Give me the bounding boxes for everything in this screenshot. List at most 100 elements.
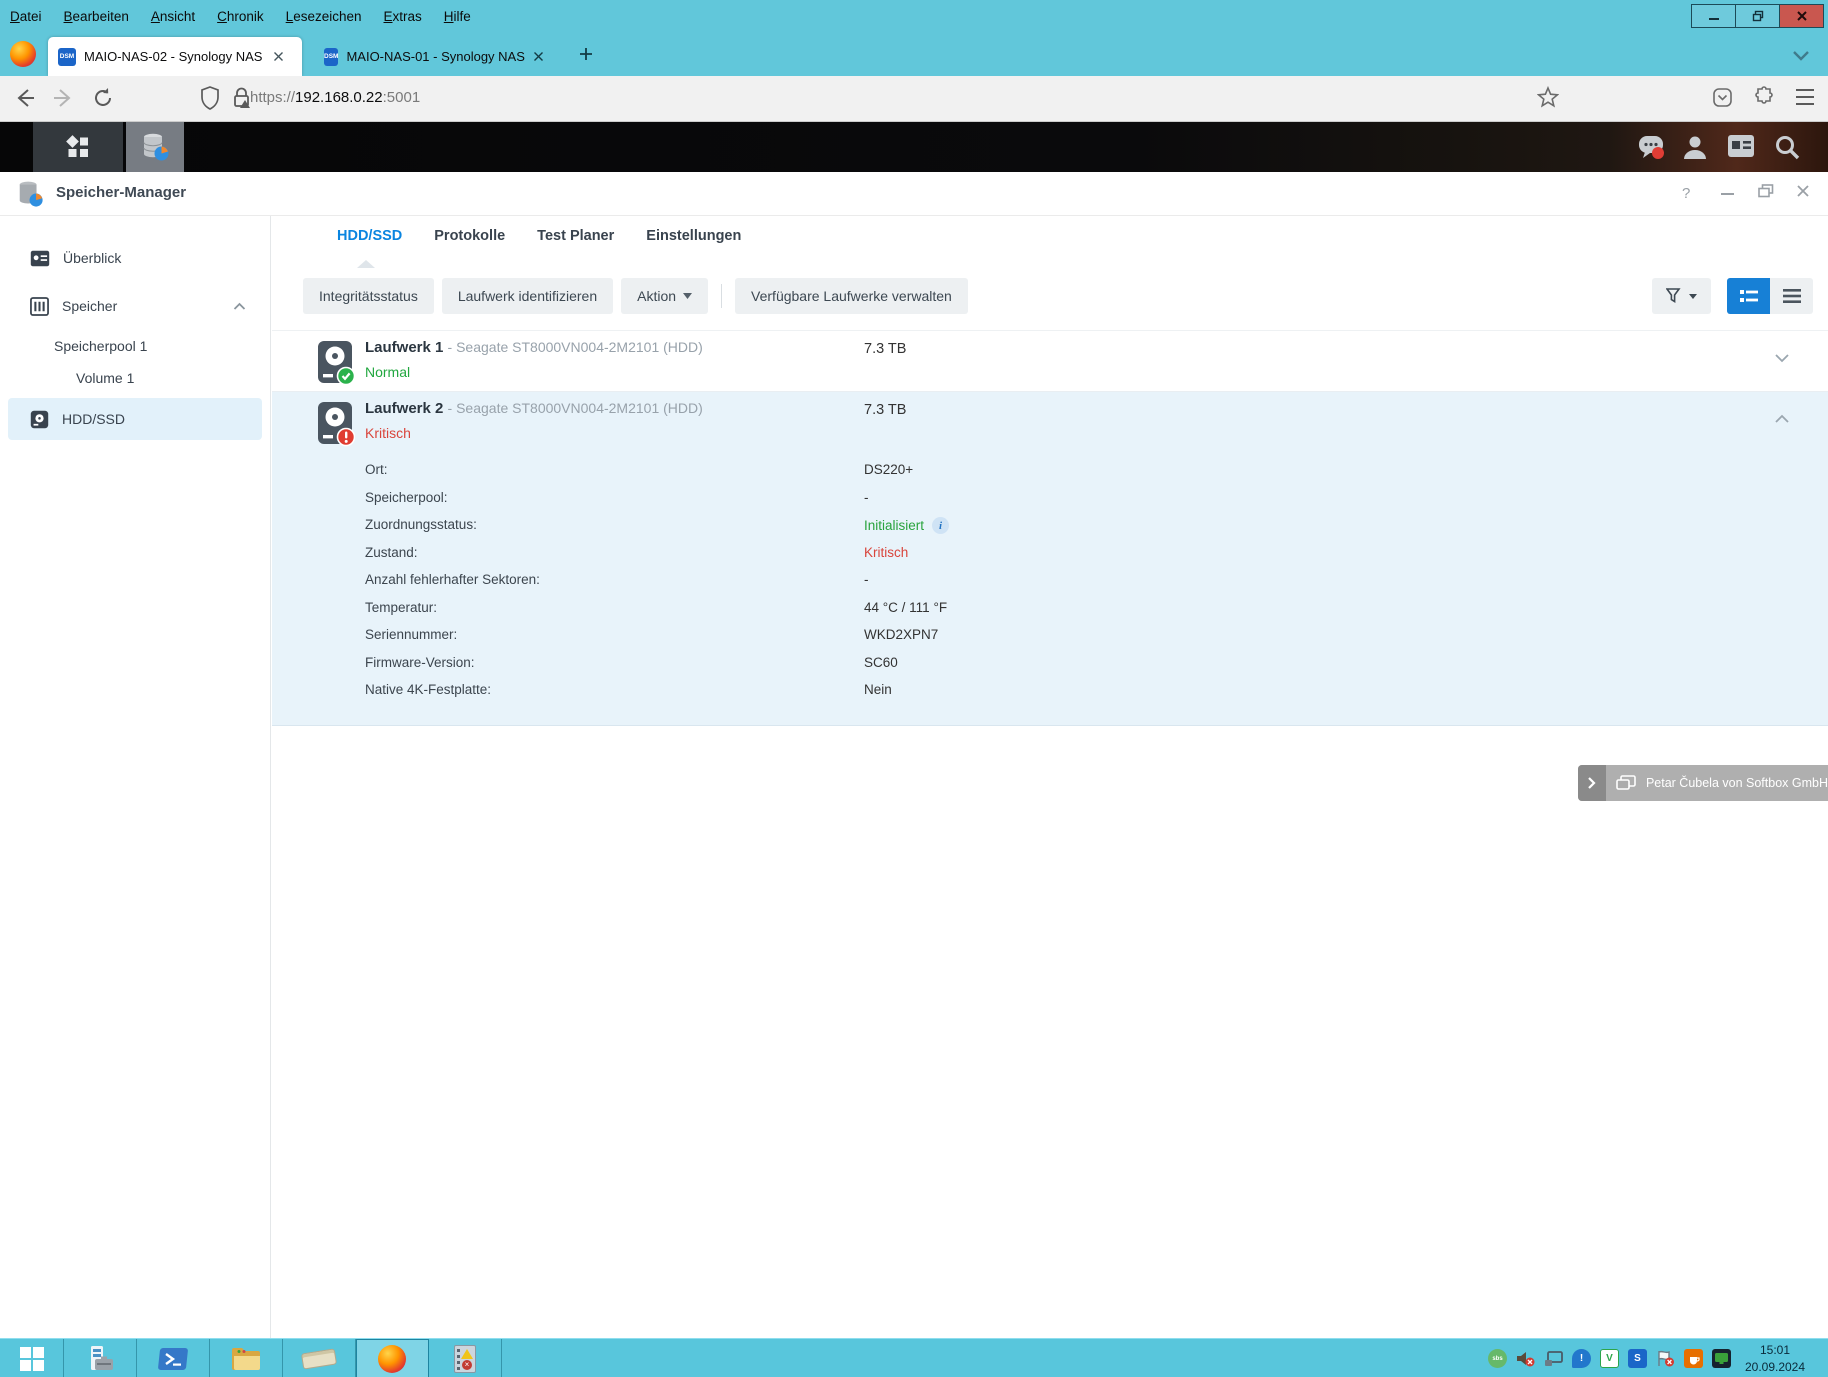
tab-maio-nas-02[interactable]: DSM MAIO-NAS-02 - Synology NAS [48, 37, 302, 76]
user-account-icon[interactable] [1682, 134, 1708, 160]
tab-close-icon[interactable] [270, 49, 286, 65]
lock-icon[interactable] [232, 87, 252, 109]
detail-view-button[interactable] [1727, 278, 1770, 314]
dsm-app-launcher[interactable] [33, 122, 123, 172]
menu-bearbeiten[interactable]: Bearbeiten [64, 9, 129, 24]
dsm-topbar [0, 122, 1828, 172]
menu-hilfe[interactable]: Hilfe [444, 9, 471, 24]
app-grid-icon [65, 134, 91, 160]
pocket-icon[interactable] [1712, 87, 1733, 108]
notifications-icon[interactable] [1637, 134, 1665, 160]
server-manager-taskbar-button[interactable] [64, 1339, 137, 1377]
tab-hdd-ssd[interactable]: HDD/SSD [337, 228, 402, 244]
tray-antivirus-icon[interactable]: V [1600, 1349, 1619, 1368]
caret-down-icon [1689, 294, 1697, 299]
drive-row-laufwerk-1[interactable]: Laufwerk 1 - Seagate ST8000VN004-2M2101 … [272, 330, 1828, 392]
detail-row: Native 4K-Festplatte:Nein [365, 682, 1465, 710]
sidebar-item-ueberblick[interactable]: Überblick [8, 238, 262, 278]
tab-test-planer[interactable]: Test Planer [537, 228, 614, 244]
menu-chronik[interactable]: Chronik [217, 9, 264, 24]
action-dropdown-button[interactable]: Aktion [621, 278, 708, 314]
taskbar-clock[interactable]: 15:01 20.09.2024 [1732, 1342, 1818, 1377]
browser-tabstrip: DSM MAIO-NAS-02 - Synology NAS DSM MAIO-… [0, 32, 1828, 76]
drive-name: Laufwerk 1 - Seagate ST8000VN004-2M2101 … [365, 339, 703, 356]
drive-status: Kritisch [365, 425, 411, 441]
tray-sophos-icon[interactable]: S [1628, 1349, 1647, 1368]
tray-notification-icon[interactable]: ! [1572, 1349, 1591, 1368]
window-help-button[interactable]: ? [1682, 185, 1690, 202]
tab-einstellungen[interactable]: Einstellungen [646, 228, 741, 244]
windows-logo-icon [20, 1347, 44, 1371]
hamburger-menu-icon[interactable] [1795, 88, 1815, 106]
dsm-favicon: DSM [324, 48, 338, 66]
window-close-button[interactable] [1796, 184, 1810, 198]
hdd-icon [30, 410, 49, 429]
menu-extras[interactable]: Extras [384, 9, 422, 24]
menu-ansicht[interactable]: Ansicht [151, 9, 195, 24]
sidebar-item-hdd-ssd[interactable]: HDD/SSD [8, 398, 262, 440]
teamviewer-session-bar[interactable]: Petar Čubela von Softbox GmbH [1578, 765, 1828, 801]
start-button[interactable] [0, 1339, 64, 1377]
drive-details: Ort:DS220+ Speicherpool:- Zuordnungsstat… [365, 462, 1465, 710]
manage-available-drives-button[interactable]: Verfügbare Laufwerke verwalten [735, 278, 968, 314]
window-minimize-button[interactable] [1720, 182, 1735, 198]
scanner-icon [301, 1348, 337, 1369]
sidebar-item-speicher[interactable]: Speicher [8, 286, 262, 326]
tray-volume-muted-icon[interactable] [1516, 1349, 1535, 1368]
scanner-taskbar-button[interactable] [283, 1339, 356, 1377]
sidebar-item-volume-1[interactable]: Volume 1 [8, 362, 262, 394]
extensions-puzzle-icon[interactable] [1753, 86, 1775, 108]
identify-drive-button[interactable]: Laufwerk identifizieren [442, 278, 613, 314]
reload-icon[interactable] [92, 87, 114, 109]
expand-arrow-icon[interactable] [1578, 765, 1606, 801]
tab-title: MAIO-NAS-01 - Synology NAS [346, 49, 524, 64]
widgets-icon[interactable] [1727, 134, 1755, 158]
health-status-button[interactable]: Integritätsstatus [303, 278, 434, 314]
collapse-chevron-icon[interactable] [1774, 414, 1790, 424]
bookmark-star-icon[interactable] [1537, 86, 1559, 108]
file-explorer-taskbar-button[interactable] [210, 1339, 283, 1377]
simple-list-view-button[interactable] [1770, 278, 1813, 314]
tab-protokolle[interactable]: Protokolle [434, 228, 505, 244]
menu-lesezeichen[interactable]: Lesezeichen [286, 9, 362, 24]
browser-close-button[interactable] [1779, 4, 1824, 28]
detail-list-icon [1740, 289, 1758, 303]
tracking-shield-icon[interactable] [200, 86, 220, 110]
browser-navbar: https://192.168.0.22:5001 [0, 76, 1828, 122]
tab-maio-nas-01[interactable]: DSM MAIO-NAS-01 - Synology NAS [314, 37, 550, 76]
info-icon[interactable]: i [932, 517, 949, 534]
storage-manager-app-icon [16, 180, 44, 208]
new-tab-button[interactable] [578, 46, 594, 62]
url-bar[interactable]: https://192.168.0.22:5001 [250, 89, 420, 106]
powershell-taskbar-button[interactable] [137, 1339, 210, 1377]
browser-restore-button[interactable] [1735, 4, 1780, 28]
menu-datei[interactable]: Datei [10, 9, 42, 24]
window-restore-button[interactable] [1758, 184, 1774, 198]
drive-row-laufwerk-2[interactable]: Laufwerk 2 - Seagate ST8000VN004-2M2101 … [272, 392, 1828, 726]
tray-java-icon[interactable] [1684, 1349, 1703, 1368]
browser-minimize-button[interactable] [1691, 4, 1736, 28]
detail-row: Zustand:Kritisch [365, 545, 1465, 573]
forward-icon[interactable] [52, 87, 74, 109]
back-icon[interactable] [14, 87, 36, 109]
expand-chevron-icon[interactable] [1774, 353, 1790, 363]
tab-list-chevron-icon[interactable] [1792, 50, 1810, 62]
drive-status: Normal [365, 364, 410, 380]
tray-network-icon[interactable] [1544, 1349, 1563, 1368]
detail-row: Seriennummer:WKD2XPN7 [365, 627, 1465, 655]
search-icon[interactable] [1774, 134, 1800, 160]
tray-teamviewer-icon[interactable] [1712, 1349, 1731, 1368]
session-user-label: Petar Čubela von Softbox GmbH [1646, 776, 1828, 790]
tray-sbs-icon[interactable]: sbs [1488, 1349, 1507, 1368]
sidebar-item-label: Speicherpool 1 [54, 338, 147, 354]
collapse-chevron-icon[interactable] [233, 302, 246, 311]
firefox-taskbar-button[interactable] [356, 1339, 429, 1377]
firefox-logo-icon [378, 1345, 406, 1373]
tray-flag-alert-icon[interactable] [1656, 1349, 1675, 1368]
event-log-taskbar-button[interactable]: × [429, 1339, 502, 1377]
filter-button[interactable] [1652, 278, 1711, 314]
tab-close-icon[interactable] [533, 49, 544, 65]
sidebar-item-speicherpool-1[interactable]: Speicherpool 1 [8, 330, 262, 362]
detail-row: Zuordnungsstatus: Initialisierti [365, 517, 1465, 545]
dsm-storage-manager-taskbar-icon[interactable] [126, 122, 184, 172]
